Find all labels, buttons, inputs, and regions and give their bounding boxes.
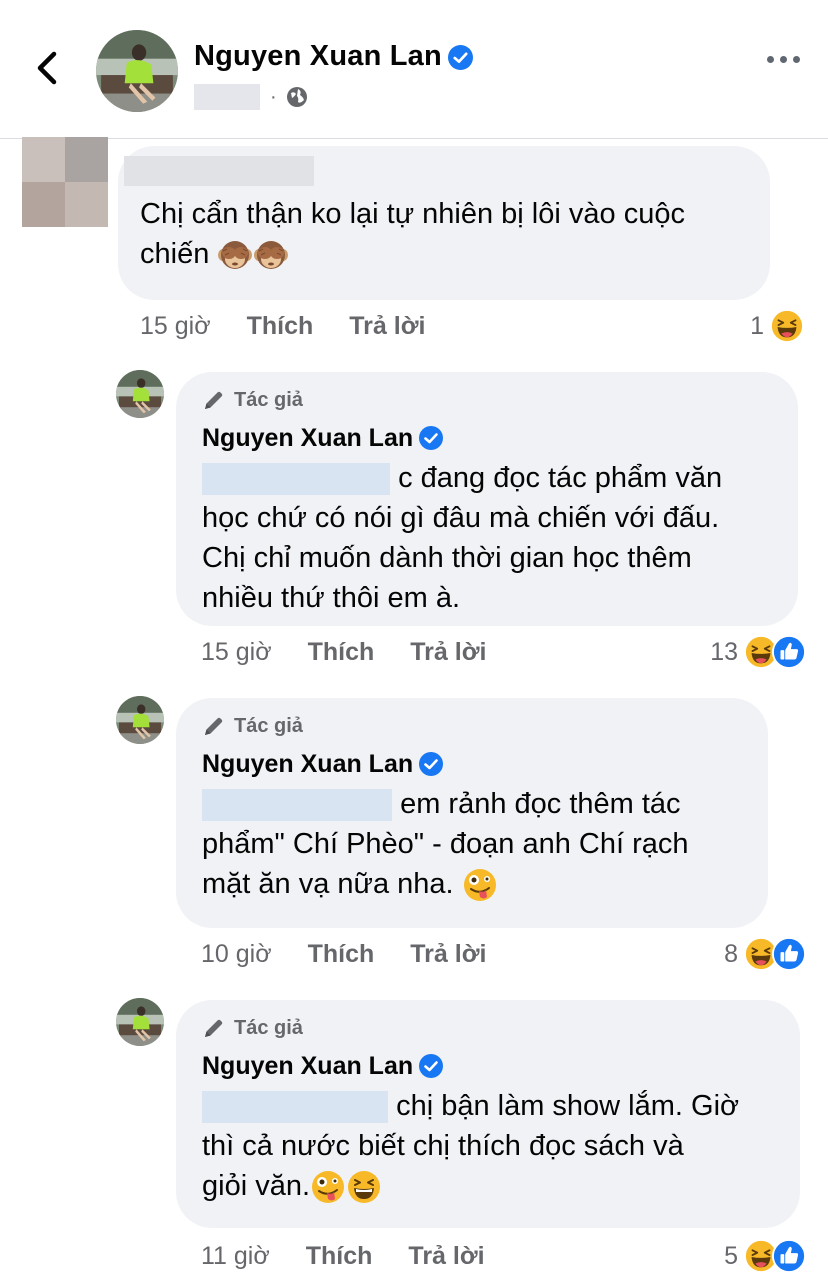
reply-button[interactable]: Trả lời (349, 312, 425, 341)
reply-author-name-text[interactable]: Nguyen Xuan Lan (202, 424, 413, 453)
grinning-squinting-emoji (346, 1169, 382, 1205)
author-tag: Tác giả (202, 1014, 303, 1042)
zany-face-emoji (310, 1169, 346, 1205)
post-meta: · (194, 83, 309, 111)
reply-text: giỏi văn. (202, 1170, 311, 1202)
blurred-mention[interactable] (202, 463, 390, 496)
reply-actions: 15 giờ Thích Trả lời (201, 634, 486, 670)
reply-actions: 11 giờ Thích Trả lời (201, 1238, 485, 1274)
globe-icon (286, 87, 307, 107)
zany-face-emoji (462, 867, 498, 903)
reply-text: thì cả nước biết chị thích đọc sách và (202, 1130, 684, 1162)
comment-text: chiến (140, 238, 210, 270)
reply-author-name[interactable]: Nguyen Xuan Lan (202, 420, 443, 456)
reaction-summary[interactable]: 13 (710, 634, 806, 670)
reply-time[interactable]: 10 giờ (201, 940, 272, 969)
blurred-timestamp (194, 84, 260, 110)
verified-badge-icon (419, 426, 443, 450)
haha-reaction-icon (770, 309, 804, 343)
reply-bubble: Tác giả Nguyen Xuan Lan c đang đọc tác p… (176, 372, 798, 626)
back-chevron-icon (37, 51, 57, 85)
author-avatar[interactable] (96, 30, 178, 112)
like-button[interactable]: Thích (247, 312, 314, 341)
post-header: Nguyen Xuan Lan · (0, 0, 828, 139)
author-tag-label: Tác giả (234, 1016, 303, 1039)
reply-bubble: Tác giả Nguyen Xuan Lan em rảnh đọc thêm… (176, 698, 768, 928)
reply-author-avatar[interactable] (116, 370, 164, 418)
reply-text: nhiều thứ thôi em à. (202, 582, 461, 614)
reply-author-name-text[interactable]: Nguyen Xuan Lan (202, 1052, 413, 1081)
reply-text: Chị chỉ muốn dành thời gian học thêm (202, 542, 692, 574)
more-options-dot (793, 56, 800, 63)
comment-actions: 15 giờ Thích Trả lời (140, 308, 425, 344)
reply-text: phẩm" Chí Phèo" - đoạn anh Chí rạch (202, 828, 689, 860)
reaction-count: 1 (750, 311, 764, 340)
reply-button[interactable]: Trả lời (410, 940, 486, 969)
author-tag-label: Tác giả (234, 388, 303, 411)
comment-text: Chị cẩn thận ko lại tự nhiên bị lôi vào … (140, 198, 685, 230)
see-no-evil-monkey-emoji (217, 237, 253, 273)
meta-dot: · (270, 85, 277, 108)
reply-author-avatar[interactable] (116, 998, 164, 1046)
reaction-summary[interactable]: 8 (724, 936, 806, 972)
reply-text: mặt ăn vạ nữa nha. (202, 868, 454, 900)
reply-author-name[interactable]: Nguyen Xuan Lan (202, 1048, 443, 1084)
verified-badge-icon (419, 1054, 443, 1078)
reply-button[interactable]: Trả lời (410, 638, 486, 667)
like-button[interactable]: Thích (306, 1242, 373, 1271)
comment-bubble: Chị cẩn thận ko lại tự nhiên bị lôi vào … (118, 146, 770, 300)
like-reaction-icon (772, 937, 806, 971)
reply-text: chị bận làm show lắm. Giờ (396, 1090, 740, 1122)
author-name[interactable]: Nguyen Xuan Lan (194, 40, 473, 73)
like-reaction-icon (772, 635, 806, 669)
reaction-count: 13 (710, 637, 738, 666)
author-tag: Tác giả (202, 712, 303, 740)
reaction-summary[interactable]: 5 (724, 1238, 806, 1274)
commenter-avatar-blurred[interactable] (22, 137, 108, 227)
like-button[interactable]: Thích (308, 940, 375, 969)
like-button[interactable]: Thích (308, 638, 375, 667)
blurred-mention[interactable] (202, 789, 392, 822)
verified-badge-icon (448, 45, 473, 70)
reply-text: c đang đọc tác phẩm văn (398, 462, 723, 494)
reply-actions: 10 giờ Thích Trả lời (201, 936, 486, 972)
reply-text: học chứ có nói gì đâu mà chiến với đấu. (202, 502, 720, 534)
pencil-icon (202, 714, 226, 738)
author-tag-label: Tác giả (234, 714, 303, 737)
back-button[interactable] (34, 48, 64, 88)
reply-author-name[interactable]: Nguyen Xuan Lan (202, 746, 443, 782)
more-options-icon (767, 56, 774, 63)
see-no-evil-monkey-emoji (253, 237, 289, 273)
reply-button[interactable]: Trả lời (408, 1242, 484, 1271)
reaction-summary[interactable]: 1 (750, 308, 804, 344)
reply-time[interactable]: 15 giờ (201, 638, 272, 667)
reply-time[interactable]: 11 giờ (201, 1242, 270, 1271)
pencil-icon (202, 388, 226, 412)
reaction-count: 8 (724, 939, 738, 968)
author-tag: Tác giả (202, 386, 303, 414)
comment-time[interactable]: 15 giờ (140, 312, 211, 341)
reply-author-avatar[interactable] (116, 696, 164, 744)
blurred-mention[interactable] (202, 1091, 388, 1124)
reply-bubble: Tác giả Nguyen Xuan Lan chị bận làm show… (176, 1000, 800, 1228)
pencil-icon (202, 1016, 226, 1040)
author-name-text[interactable]: Nguyen Xuan Lan (194, 40, 442, 72)
more-options-button[interactable] (767, 56, 800, 63)
blurred-commenter-name[interactable] (124, 156, 314, 186)
like-reaction-icon (772, 1239, 806, 1273)
more-options-dot (780, 56, 787, 63)
reply-author-name-text[interactable]: Nguyen Xuan Lan (202, 750, 413, 779)
reply-text: em rảnh đọc thêm tác (400, 788, 681, 820)
verified-badge-icon (419, 752, 443, 776)
reaction-count: 5 (724, 1241, 738, 1270)
